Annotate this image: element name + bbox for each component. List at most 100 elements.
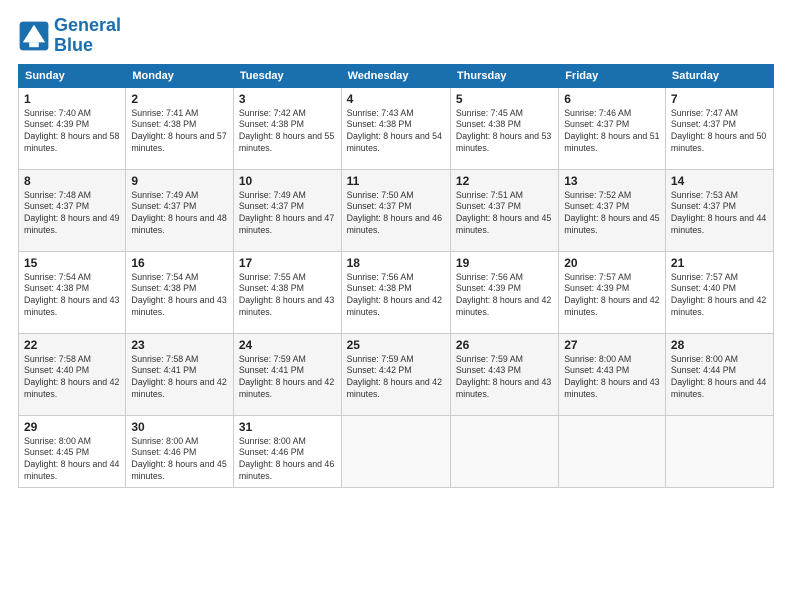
day-info: Sunrise: 7:46 AMSunset: 4:37 PMDaylight:… [564, 108, 660, 156]
calendar-cell: 15 Sunrise: 7:54 AMSunset: 4:38 PMDaylig… [19, 251, 126, 333]
calendar-cell [341, 415, 450, 488]
day-number: 30 [131, 420, 228, 434]
calendar-cell: 16 Sunrise: 7:54 AMSunset: 4:38 PMDaylig… [126, 251, 234, 333]
day-info: Sunrise: 7:47 AMSunset: 4:37 PMDaylight:… [671, 108, 768, 156]
day-number: 4 [347, 92, 445, 106]
calendar: SundayMondayTuesdayWednesdayThursdayFrid… [18, 64, 774, 489]
day-number: 19 [456, 256, 553, 270]
logo-text: General Blue [54, 16, 121, 56]
calendar-cell: 5 Sunrise: 7:45 AMSunset: 4:38 PMDayligh… [450, 87, 558, 169]
day-info: Sunrise: 7:58 AMSunset: 4:41 PMDaylight:… [131, 354, 228, 402]
day-info: Sunrise: 8:00 AMSunset: 4:46 PMDaylight:… [239, 436, 336, 484]
calendar-cell: 25 Sunrise: 7:59 AMSunset: 4:42 PMDaylig… [341, 333, 450, 415]
day-number: 26 [456, 338, 553, 352]
calendar-cell: 10 Sunrise: 7:49 AMSunset: 4:37 PMDaylig… [233, 169, 341, 251]
calendar-cell: 11 Sunrise: 7:50 AMSunset: 4:37 PMDaylig… [341, 169, 450, 251]
day-number: 5 [456, 92, 553, 106]
day-number: 12 [456, 174, 553, 188]
calendar-cell [665, 415, 773, 488]
day-info: Sunrise: 7:54 AMSunset: 4:38 PMDaylight:… [24, 272, 120, 320]
calendar-cell: 7 Sunrise: 7:47 AMSunset: 4:37 PMDayligh… [665, 87, 773, 169]
day-info: Sunrise: 7:45 AMSunset: 4:38 PMDaylight:… [456, 108, 553, 156]
weekday-header-cell: Tuesday [233, 64, 341, 87]
day-number: 2 [131, 92, 228, 106]
day-number: 18 [347, 256, 445, 270]
calendar-cell: 13 Sunrise: 7:52 AMSunset: 4:37 PMDaylig… [559, 169, 666, 251]
calendar-cell: 31 Sunrise: 8:00 AMSunset: 4:46 PMDaylig… [233, 415, 341, 488]
day-number: 6 [564, 92, 660, 106]
calendar-cell: 22 Sunrise: 7:58 AMSunset: 4:40 PMDaylig… [19, 333, 126, 415]
day-info: Sunrise: 8:00 AMSunset: 4:44 PMDaylight:… [671, 354, 768, 402]
day-info: Sunrise: 7:58 AMSunset: 4:40 PMDaylight:… [24, 354, 120, 402]
calendar-cell: 27 Sunrise: 8:00 AMSunset: 4:43 PMDaylig… [559, 333, 666, 415]
day-number: 21 [671, 256, 768, 270]
day-info: Sunrise: 8:00 AMSunset: 4:46 PMDaylight:… [131, 436, 228, 484]
day-number: 23 [131, 338, 228, 352]
day-info: Sunrise: 7:40 AMSunset: 4:39 PMDaylight:… [24, 108, 120, 156]
day-info: Sunrise: 7:56 AMSunset: 4:39 PMDaylight:… [456, 272, 553, 320]
calendar-cell: 29 Sunrise: 8:00 AMSunset: 4:45 PMDaylig… [19, 415, 126, 488]
day-number: 28 [671, 338, 768, 352]
calendar-cell: 4 Sunrise: 7:43 AMSunset: 4:38 PMDayligh… [341, 87, 450, 169]
day-info: Sunrise: 7:43 AMSunset: 4:38 PMDaylight:… [347, 108, 445, 156]
day-info: Sunrise: 7:48 AMSunset: 4:37 PMDaylight:… [24, 190, 120, 238]
calendar-cell: 28 Sunrise: 8:00 AMSunset: 4:44 PMDaylig… [665, 333, 773, 415]
day-info: Sunrise: 7:51 AMSunset: 4:37 PMDaylight:… [456, 190, 553, 238]
calendar-cell: 1 Sunrise: 7:40 AMSunset: 4:39 PMDayligh… [19, 87, 126, 169]
day-number: 22 [24, 338, 120, 352]
day-number: 25 [347, 338, 445, 352]
day-number: 13 [564, 174, 660, 188]
calendar-cell: 30 Sunrise: 8:00 AMSunset: 4:46 PMDaylig… [126, 415, 234, 488]
day-info: Sunrise: 8:00 AMSunset: 4:45 PMDaylight:… [24, 436, 120, 484]
calendar-cell: 12 Sunrise: 7:51 AMSunset: 4:37 PMDaylig… [450, 169, 558, 251]
day-number: 16 [131, 256, 228, 270]
day-number: 15 [24, 256, 120, 270]
day-number: 27 [564, 338, 660, 352]
day-number: 7 [671, 92, 768, 106]
day-info: Sunrise: 7:57 AMSunset: 4:39 PMDaylight:… [564, 272, 660, 320]
day-number: 29 [24, 420, 120, 434]
page: General Blue SundayMondayTuesdayWednesda… [0, 0, 792, 612]
calendar-cell: 23 Sunrise: 7:58 AMSunset: 4:41 PMDaylig… [126, 333, 234, 415]
day-number: 10 [239, 174, 336, 188]
day-info: Sunrise: 7:57 AMSunset: 4:40 PMDaylight:… [671, 272, 768, 320]
day-info: Sunrise: 7:59 AMSunset: 4:42 PMDaylight:… [347, 354, 445, 402]
weekday-header: SundayMondayTuesdayWednesdayThursdayFrid… [19, 64, 774, 87]
day-number: 31 [239, 420, 336, 434]
day-info: Sunrise: 7:54 AMSunset: 4:38 PMDaylight:… [131, 272, 228, 320]
calendar-cell: 14 Sunrise: 7:53 AMSunset: 4:37 PMDaylig… [665, 169, 773, 251]
header: General Blue [18, 16, 774, 56]
day-info: Sunrise: 7:49 AMSunset: 4:37 PMDaylight:… [131, 190, 228, 238]
calendar-cell: 9 Sunrise: 7:49 AMSunset: 4:37 PMDayligh… [126, 169, 234, 251]
day-number: 3 [239, 92, 336, 106]
day-number: 14 [671, 174, 768, 188]
day-number: 24 [239, 338, 336, 352]
logo-icon [18, 20, 50, 52]
weekday-header-cell: Thursday [450, 64, 558, 87]
calendar-cell [450, 415, 558, 488]
day-number: 9 [131, 174, 228, 188]
calendar-cell: 2 Sunrise: 7:41 AMSunset: 4:38 PMDayligh… [126, 87, 234, 169]
day-info: Sunrise: 7:59 AMSunset: 4:43 PMDaylight:… [456, 354, 553, 402]
calendar-cell: 24 Sunrise: 7:59 AMSunset: 4:41 PMDaylig… [233, 333, 341, 415]
day-info: Sunrise: 7:56 AMSunset: 4:38 PMDaylight:… [347, 272, 445, 320]
day-number: 20 [564, 256, 660, 270]
calendar-cell: 8 Sunrise: 7:48 AMSunset: 4:37 PMDayligh… [19, 169, 126, 251]
weekday-header-cell: Monday [126, 64, 234, 87]
day-info: Sunrise: 7:52 AMSunset: 4:37 PMDaylight:… [564, 190, 660, 238]
calendar-cell: 19 Sunrise: 7:56 AMSunset: 4:39 PMDaylig… [450, 251, 558, 333]
calendar-cell: 17 Sunrise: 7:55 AMSunset: 4:38 PMDaylig… [233, 251, 341, 333]
day-info: Sunrise: 7:42 AMSunset: 4:38 PMDaylight:… [239, 108, 336, 156]
day-info: Sunrise: 7:50 AMSunset: 4:37 PMDaylight:… [347, 190, 445, 238]
calendar-body: 1 Sunrise: 7:40 AMSunset: 4:39 PMDayligh… [19, 87, 774, 488]
calendar-cell: 3 Sunrise: 7:42 AMSunset: 4:38 PMDayligh… [233, 87, 341, 169]
day-number: 8 [24, 174, 120, 188]
calendar-cell: 6 Sunrise: 7:46 AMSunset: 4:37 PMDayligh… [559, 87, 666, 169]
day-info: Sunrise: 7:55 AMSunset: 4:38 PMDaylight:… [239, 272, 336, 320]
weekday-header-cell: Sunday [19, 64, 126, 87]
calendar-cell: 26 Sunrise: 7:59 AMSunset: 4:43 PMDaylig… [450, 333, 558, 415]
day-number: 1 [24, 92, 120, 106]
day-number: 17 [239, 256, 336, 270]
day-info: Sunrise: 7:59 AMSunset: 4:41 PMDaylight:… [239, 354, 336, 402]
calendar-cell: 21 Sunrise: 7:57 AMSunset: 4:40 PMDaylig… [665, 251, 773, 333]
